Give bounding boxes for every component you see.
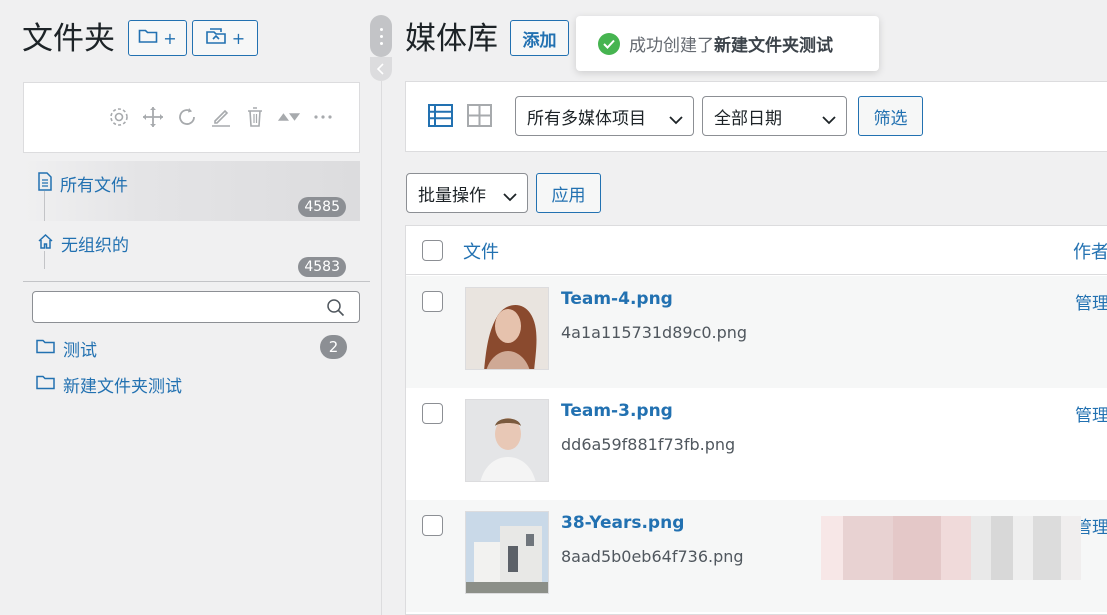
panel-splitter[interactable] (370, 15, 392, 81)
bulk-actions-select[interactable]: 批量操作 (406, 173, 528, 213)
drag-handle-icon[interactable] (370, 15, 392, 57)
toast-prefix: 成功创建了 (629, 36, 714, 56)
media-title-link[interactable]: Team-4.png (561, 289, 673, 309)
folder-icon (138, 28, 158, 48)
folder-panel-title: 文件夹 (22, 21, 115, 57)
move-icon[interactable] (141, 105, 165, 129)
table-header: 文件 作者 (406, 226, 1107, 275)
tree-item-label: 无组织的 (61, 236, 129, 256)
media-filter-bar: 所有多媒体项目 全部日期 筛选 (405, 81, 1107, 152)
media-filename: 4a1a115731d89c0.png (561, 323, 748, 342)
home-icon (37, 233, 54, 255)
success-toast: 成功创建了新建文件夹测试 (576, 16, 879, 71)
folder-toolbar (23, 82, 360, 153)
more-icon[interactable] (311, 105, 335, 129)
select-value: 全部日期 (714, 108, 782, 129)
folder-item-new-folder-test[interactable]: 新建文件夹测试 (36, 372, 182, 397)
tree-line (44, 191, 45, 221)
add-media-button[interactable]: 添加 (510, 20, 569, 56)
media-filename: 8aad5b0eb64f736.png (561, 547, 744, 566)
divider (23, 281, 370, 282)
tree-item-all-files[interactable]: 所有文件 4585 (23, 161, 360, 221)
splitter-line (381, 81, 382, 615)
folder-count-badge: 2 (320, 335, 347, 359)
filter-button[interactable]: 筛选 (858, 96, 923, 136)
tree-line (44, 251, 45, 269)
sort-icon[interactable] (277, 105, 301, 129)
search-input[interactable] (33, 292, 323, 322)
toast-folder-name: 新建文件夹测试 (714, 36, 833, 56)
new-subfolder-button[interactable]: + (192, 20, 258, 56)
gear-icon[interactable] (107, 105, 131, 129)
media-filename: dd6a59f881f73fb.png (561, 435, 736, 454)
collapse-panel-button[interactable] (370, 57, 392, 81)
folder-icon (36, 339, 55, 359)
file-count-badge: 4583 (298, 257, 346, 277)
media-thumbnail[interactable] (465, 511, 549, 594)
row-checkbox[interactable] (422, 403, 443, 424)
author-link[interactable]: 管理 (1075, 289, 1107, 314)
search-icon[interactable] (326, 298, 345, 321)
blurred-region (821, 516, 1081, 580)
author-link[interactable]: 管理 (1075, 401, 1107, 426)
column-header-file[interactable]: 文件 (463, 238, 499, 264)
chevron-down-icon (503, 187, 517, 207)
toast-message: 成功创建了新建文件夹测试 (629, 31, 833, 56)
edit-icon[interactable] (209, 105, 233, 129)
chevron-down-icon (822, 110, 836, 130)
trash-icon[interactable] (243, 105, 267, 129)
folder-icon (36, 375, 55, 395)
media-title-link[interactable]: 38-Years.png (561, 513, 684, 533)
folder-panel: 文件夹 + + 所有文件 4585 无组织的 4583 测试 2 新建文件夹测试 (0, 0, 370, 615)
list-view-icon[interactable] (428, 104, 453, 131)
table-row: Team-3.png dd6a59f881f73fb.png 管理 (406, 388, 1107, 500)
new-folder-button[interactable]: + (128, 20, 187, 56)
column-header-author[interactable]: 作者 (1073, 238, 1107, 264)
plus-label: + (163, 28, 177, 48)
refresh-icon[interactable] (175, 105, 199, 129)
select-all-checkbox[interactable] (422, 240, 443, 261)
media-title-link[interactable]: Team-3.png (561, 401, 673, 421)
tree-item-label: 所有文件 (60, 176, 128, 196)
media-thumbnail[interactable] (465, 399, 549, 482)
row-checkbox[interactable] (422, 291, 443, 312)
apply-button[interactable]: 应用 (536, 173, 601, 213)
chevron-down-icon (669, 110, 683, 130)
row-checkbox[interactable] (422, 515, 443, 536)
media-thumbnail[interactable] (465, 287, 549, 370)
tree-item-uncategorized[interactable]: 无组织的 4583 (23, 221, 360, 281)
folder-label: 新建文件夹测试 (63, 377, 182, 397)
subfolder-icon (205, 27, 227, 49)
media-table: 文件 作者 Team-4.png 4a1a115731d89c0.png 管理 (405, 225, 1107, 615)
plus-label: + (231, 28, 246, 48)
folder-item-test[interactable]: 测试 (36, 336, 97, 361)
check-circle-icon (598, 32, 620, 55)
date-select[interactable]: 全部日期 (702, 96, 847, 136)
table-row: Team-4.png 4a1a115731d89c0.png 管理 (406, 276, 1107, 388)
folder-label: 测试 (63, 341, 97, 361)
document-icon (37, 171, 53, 196)
select-value: 批量操作 (418, 185, 486, 206)
select-value: 所有多媒体项目 (527, 108, 646, 129)
grid-view-icon[interactable] (467, 104, 492, 131)
folder-search[interactable] (32, 291, 360, 323)
page-title: 媒体库 (405, 21, 498, 57)
file-count-badge: 4585 (298, 197, 346, 217)
media-type-select[interactable]: 所有多媒体项目 (515, 96, 694, 136)
